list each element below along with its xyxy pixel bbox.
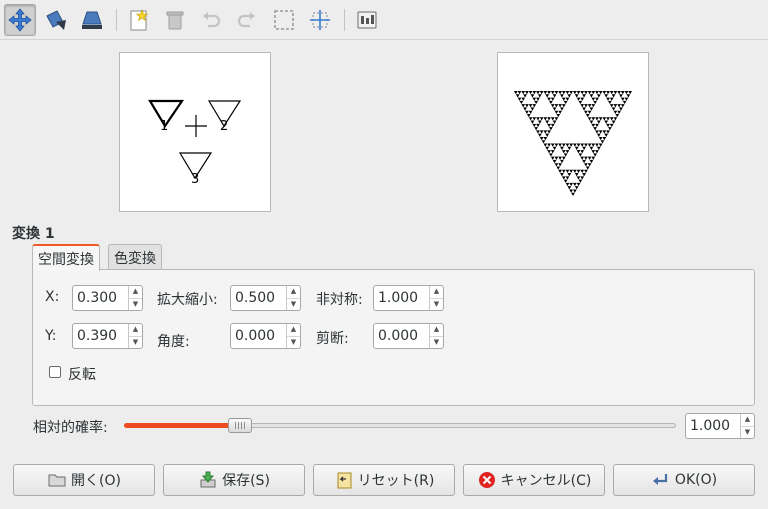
increment-arrow[interactable]: ▲ xyxy=(430,286,443,298)
increment-arrow[interactable]: ▲ xyxy=(287,286,300,298)
y-spinbutton[interactable]: 0.390 ▲ ▼ xyxy=(72,323,143,349)
probability-value[interactable]: 1.000 xyxy=(686,414,740,438)
probability-spinbutton[interactable]: 1.000 ▲ ▼ xyxy=(685,413,755,439)
decrement-arrow[interactable]: ▼ xyxy=(287,297,300,311)
enter-icon xyxy=(652,474,668,485)
save-button[interactable]: 保存(S) xyxy=(163,464,305,496)
tab-label: 空間変換 xyxy=(38,251,94,268)
reset-icon xyxy=(337,472,352,489)
ok-button[interactable]: OK(O) xyxy=(613,464,755,496)
angle-spinbutton[interactable]: 0.000 ▲ ▼ xyxy=(230,323,301,349)
rotate-scale-icon[interactable] xyxy=(40,4,72,36)
triangle-label-2: 2 xyxy=(220,119,228,134)
increment-arrow[interactable]: ▲ xyxy=(129,324,142,336)
move-icon[interactable] xyxy=(4,4,36,36)
tab-label: 色変換 xyxy=(114,250,156,267)
cancel-icon xyxy=(478,472,495,488)
decrement-arrow[interactable]: ▼ xyxy=(430,335,443,349)
shear-spinbutton[interactable]: 0.000 ▲ ▼ xyxy=(373,323,444,349)
tab-spatial-transform[interactable]: 空間変換 xyxy=(32,244,100,271)
decrement-arrow[interactable]: ▼ xyxy=(129,335,142,349)
decrement-arrow[interactable]: ▼ xyxy=(741,425,754,439)
asymmetry-value[interactable]: 1.000 xyxy=(374,286,429,310)
increment-arrow[interactable]: ▲ xyxy=(129,286,142,298)
x-label: X: xyxy=(45,289,60,305)
stretch-icon[interactable] xyxy=(76,4,108,36)
cancel-button-label: キャンセル(C) xyxy=(500,473,592,489)
render-options-icon[interactable] xyxy=(351,4,383,36)
cancel-button[interactable]: キャンセル(C) xyxy=(463,464,605,496)
increment-arrow[interactable]: ▲ xyxy=(741,414,754,426)
reset-button[interactable]: リセット(R) xyxy=(313,464,455,496)
transform-title: 変換 1 xyxy=(12,226,55,242)
angle-value[interactable]: 0.000 xyxy=(231,324,286,348)
y-value[interactable]: 0.390 xyxy=(73,324,128,348)
shear-label: 剪断: xyxy=(316,331,349,347)
redo-icon[interactable] xyxy=(231,4,263,36)
probability-slider-handle[interactable] xyxy=(227,418,252,433)
new-transform-icon[interactable] xyxy=(123,4,155,36)
transform-design-preview[interactable]: 1 2 3 xyxy=(119,52,271,212)
open-button-label: 開く(O) xyxy=(71,473,121,489)
triangle-label-1: 1 xyxy=(160,119,168,134)
angle-label: 角度: xyxy=(157,334,190,350)
asymmetry-spinbutton[interactable]: 1.000 ▲ ▼ xyxy=(373,285,444,311)
tab-color-transform[interactable]: 色変換 xyxy=(108,244,162,270)
fractal-result-preview xyxy=(497,52,649,212)
probability-label: 相対的確率: xyxy=(33,420,108,436)
folder-icon xyxy=(48,474,66,487)
probability-slider-fill xyxy=(124,423,240,428)
flip-label[interactable]: 反転 xyxy=(68,364,96,384)
x-value[interactable]: 0.300 xyxy=(73,286,128,310)
select-all-icon[interactable] xyxy=(268,4,300,36)
scale-spinbutton[interactable]: 0.500 ▲ ▼ xyxy=(230,285,301,311)
recompute-center-icon[interactable] xyxy=(304,4,336,36)
decrement-arrow[interactable]: ▼ xyxy=(430,297,443,311)
scale-value[interactable]: 0.500 xyxy=(231,286,286,310)
triangle-label-3: 3 xyxy=(191,172,199,187)
undo-icon[interactable] xyxy=(195,4,227,36)
decrement-arrow[interactable]: ▼ xyxy=(287,335,300,349)
x-spinbutton[interactable]: 0.300 ▲ ▼ xyxy=(72,285,143,311)
decrement-arrow[interactable]: ▼ xyxy=(129,297,142,311)
increment-arrow[interactable]: ▲ xyxy=(287,324,300,336)
open-button[interactable]: 開く(O) xyxy=(13,464,155,496)
asymmetry-label: 非対称: xyxy=(316,292,363,308)
flip-checkbox[interactable] xyxy=(49,366,61,378)
scale-label: 拡大縮小: xyxy=(157,292,218,308)
ok-button-label: OK(O) xyxy=(674,472,718,488)
shear-value[interactable]: 0.000 xyxy=(374,324,429,348)
increment-arrow[interactable]: ▲ xyxy=(430,324,443,336)
save-icon xyxy=(200,471,216,488)
delete-icon[interactable] xyxy=(159,4,191,36)
toolbar xyxy=(0,0,768,40)
y-label: Y: xyxy=(45,328,57,344)
save-button-label: 保存(S) xyxy=(222,473,270,489)
reset-button-label: リセット(R) xyxy=(357,473,435,489)
